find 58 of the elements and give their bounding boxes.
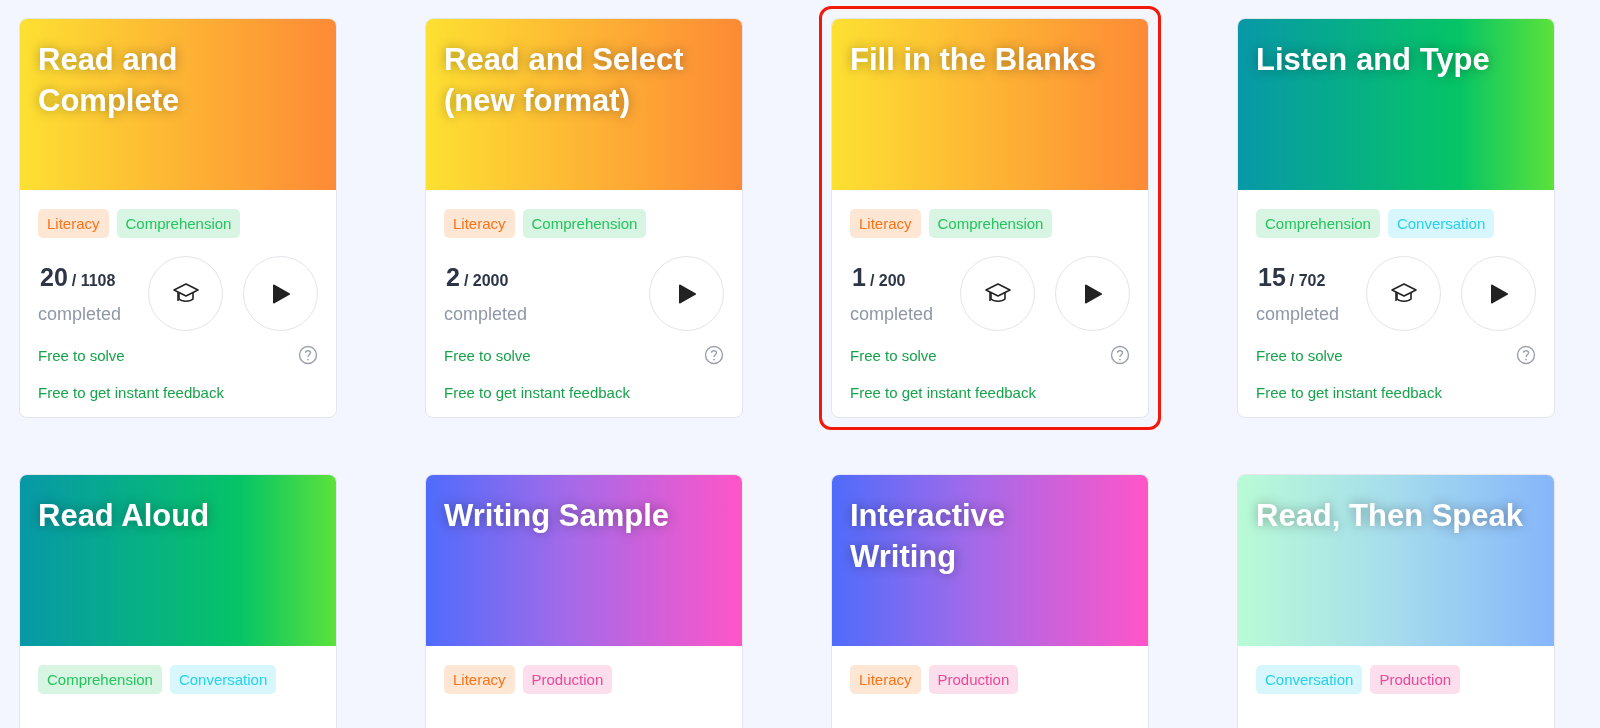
- category-tag: Conversation: [1387, 209, 1495, 238]
- exercise-card[interactable]: Interactive Writing Literacy Production: [831, 474, 1149, 728]
- free-note: Free to solve: [1256, 346, 1343, 364]
- completed-label: completed: [444, 303, 529, 325]
- category-tag: Literacy: [38, 209, 109, 238]
- card-title: Read Aloud: [38, 497, 210, 535]
- play-icon: [271, 283, 290, 304]
- completed-label: completed: [1256, 303, 1341, 325]
- feedback-note: Free to get instant feedback: [1256, 384, 1443, 401]
- help-icon[interactable]: [704, 345, 724, 365]
- exercise-card[interactable]: Writing Sample Literacy Production: [425, 474, 743, 728]
- category-tag: Comprehension: [1256, 209, 1380, 238]
- exercise-card[interactable]: Read and Select (new format) Literacy Comprehension 2 / 2000 completed Free to solve Free to get instant feedback: [425, 18, 743, 418]
- total-count: / 2000: [463, 271, 509, 290]
- card-title: Listen and Type: [1256, 41, 1490, 79]
- category-tag: Production: [928, 665, 1019, 694]
- feedback-note: Free to get instant feedback: [850, 384, 1037, 401]
- play-icon: [1083, 283, 1102, 304]
- card-title: Fill in the Blanks: [850, 41, 1097, 79]
- exercise-card[interactable]: Read and Complete Literacy Comprehension 20 / 1108 completed Free to solve Free to get instant feedback: [19, 18, 337, 418]
- category-tag: Production: [522, 665, 613, 694]
- feedback-note: Free to get instant feedback: [38, 384, 225, 401]
- free-note: Free to solve: [850, 346, 937, 364]
- category-tag: Comprehension: [522, 209, 647, 238]
- total-count: / 1108: [71, 271, 116, 290]
- help-icon[interactable]: [298, 345, 318, 365]
- completed-count: 20: [40, 262, 68, 292]
- category-tag: Literacy: [850, 665, 921, 694]
- total-count: / 200: [869, 271, 906, 290]
- completed-label: completed: [850, 303, 935, 325]
- category-tag: Literacy: [850, 209, 921, 238]
- free-note: Free to solve: [38, 346, 125, 364]
- feedback-note: Free to get instant feedback: [444, 384, 631, 401]
- free-note: Free to solve: [444, 346, 531, 364]
- category-tag: Literacy: [444, 209, 515, 238]
- completed-label: completed: [38, 303, 123, 325]
- completed-count: 1: [852, 262, 866, 292]
- card-title: Read and Complete: [38, 41, 181, 120]
- category-tag: Literacy: [444, 665, 515, 694]
- category-tag: Conversation: [169, 665, 277, 694]
- card-title: Read, Then Speak: [1256, 497, 1524, 535]
- category-tag: Comprehension: [116, 209, 241, 238]
- total-count: / 702: [1289, 271, 1326, 290]
- category-tag: Comprehension: [928, 209, 1053, 238]
- category-tag: Production: [1370, 665, 1461, 694]
- help-icon[interactable]: [1516, 345, 1536, 365]
- play-icon: [677, 283, 696, 304]
- exercise-card[interactable]: Fill in the Blanks Literacy Comprehension 1 / 200 completed Free to solve Free to get instant feedback: [831, 18, 1149, 418]
- card-title: Read and Select (new format): [444, 41, 685, 120]
- exercise-card[interactable]: Listen and Type Comprehension Conversation 15 / 702 completed Free to solve Free to get instant feedback: [1237, 18, 1555, 418]
- play-icon: [1489, 283, 1508, 304]
- category-tag: Comprehension: [38, 665, 162, 694]
- help-icon[interactable]: [1110, 345, 1130, 365]
- card-title: Writing Sample: [444, 497, 670, 535]
- completed-count: 15: [1258, 262, 1286, 292]
- category-tag: Conversation: [1256, 665, 1363, 694]
- completed-count: 2: [446, 262, 460, 292]
- card-title: Interactive Writing: [850, 497, 1007, 576]
